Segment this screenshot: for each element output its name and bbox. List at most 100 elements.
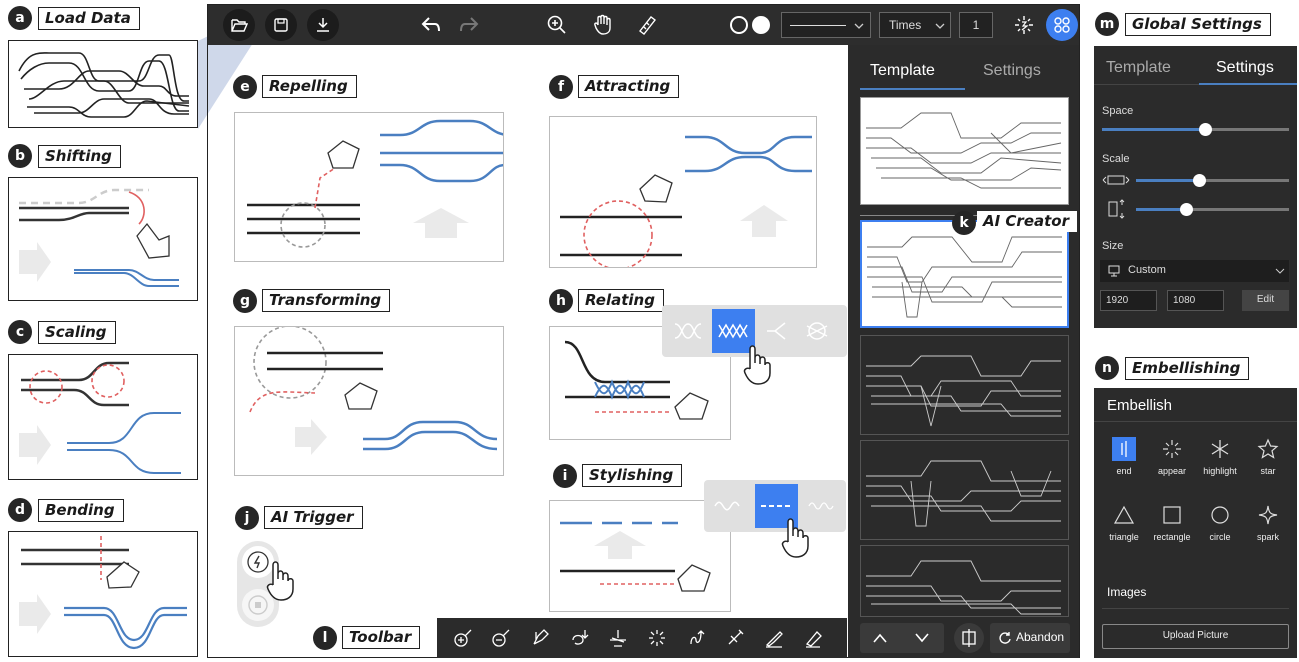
refresh-icon — [999, 632, 1011, 644]
space-label: Space — [1102, 105, 1134, 117]
tab-settings[interactable]: Settings — [983, 62, 1041, 80]
tab-settings[interactable]: Settings — [1216, 59, 1274, 77]
hand-pan-icon[interactable] — [592, 13, 614, 37]
horizontal-scale-icon — [1102, 175, 1130, 185]
add-line-tool[interactable] — [447, 622, 479, 654]
space-slider[interactable] — [1102, 123, 1289, 136]
star-label: star — [1260, 466, 1276, 476]
width-input[interactable]: 1920 — [1100, 290, 1157, 311]
template-thumb-1[interactable] — [860, 97, 1069, 205]
relation-type-picker — [662, 305, 847, 385]
template-thumb-5[interactable] — [860, 545, 1069, 617]
download-button[interactable] — [307, 9, 339, 41]
edit-button[interactable]: Edit — [1242, 290, 1289, 311]
global-settings-panel: Template Settings Space Scale Size Custo… — [1094, 46, 1297, 328]
scaling-label: c Scaling — [8, 320, 116, 344]
template-thumb-4[interactable] — [860, 440, 1069, 540]
height-input[interactable]: 1080 — [1167, 290, 1224, 311]
twist-relation-icon[interactable] — [674, 321, 702, 341]
zoom-in-icon[interactable] — [546, 14, 568, 36]
line-style-preview — [790, 25, 846, 26]
cut-tool[interactable] — [719, 622, 751, 654]
compare-button[interactable] — [954, 623, 984, 653]
remove-line-tool[interactable] — [485, 622, 517, 654]
edit-label: Edit — [1256, 294, 1275, 305]
embellish-title: Embellish — [1107, 397, 1173, 414]
rotate-tool[interactable] — [563, 622, 595, 654]
upload-picture-button[interactable]: Upload Picture — [1102, 624, 1289, 649]
label-i: i — [553, 464, 577, 488]
monitor-icon — [1108, 265, 1120, 277]
spark-icon — [649, 630, 665, 646]
embellishing-label: n Embellishing — [1095, 356, 1250, 380]
chevron-up-icon[interactable] — [872, 632, 888, 644]
zigzag-line-icon[interactable] — [808, 500, 838, 512]
font-select[interactable]: Times — [879, 12, 951, 38]
embellish-panel: Embellish end appear highlight star tria… — [1094, 388, 1297, 658]
template-panel: Template Settings Abandon — [848, 45, 1079, 658]
split-tool[interactable] — [602, 622, 634, 654]
horizontal-scale-thumb[interactable] — [1192, 174, 1206, 187]
save-button[interactable] — [265, 9, 297, 41]
chevron-down-icon[interactable] — [914, 632, 930, 644]
eraser-tool[interactable] — [797, 622, 829, 654]
brush-tool[interactable] — [758, 622, 790, 654]
images-label: Images — [1107, 585, 1147, 599]
chevron-down-icon — [1275, 268, 1285, 274]
upload-picture-label: Upload Picture — [1162, 630, 1229, 641]
appear-icon — [1163, 440, 1181, 458]
knot-relation-icon[interactable] — [804, 318, 830, 344]
ruler-icon[interactable] — [636, 14, 658, 36]
vertical-scale-fill — [1136, 208, 1187, 211]
bending-title: Bending — [38, 498, 124, 522]
label-n: n — [1095, 356, 1119, 380]
size-select[interactable]: Custom — [1100, 260, 1289, 282]
line-width-input[interactable]: 1 — [959, 12, 993, 38]
transforming-illustration — [234, 325, 504, 476]
template-thumb-3[interactable] — [860, 335, 1069, 435]
undo-icon[interactable] — [420, 15, 442, 35]
pen-icon — [533, 629, 549, 645]
horizontal-scale-slider[interactable] — [1136, 174, 1289, 187]
merge-relation-icon[interactable] — [765, 319, 789, 343]
wavy-line-icon[interactable] — [714, 500, 744, 512]
add-line-icon — [454, 629, 472, 647]
circle-label: circle — [1209, 532, 1231, 542]
tab-template[interactable]: Template — [870, 62, 935, 80]
swap-icon — [690, 630, 705, 645]
outline-color-toggle[interactable] — [730, 16, 748, 34]
chevron-down-icon — [854, 23, 864, 29]
vertical-scale-slider[interactable] — [1136, 203, 1289, 216]
label-d: d — [8, 498, 32, 522]
horizontal-scale-fill — [1136, 179, 1199, 182]
shifting-illustration — [8, 177, 198, 301]
fill-color-toggle[interactable] — [752, 16, 770, 34]
space-slider-thumb[interactable] — [1198, 123, 1212, 136]
ai-trigger-widget — [237, 541, 294, 627]
width-value: 1920 — [1106, 295, 1129, 306]
embellish-star[interactable]: star — [1239, 437, 1297, 476]
abandon-button[interactable]: Abandon — [990, 623, 1070, 653]
pen-tool[interactable] — [524, 622, 556, 654]
spark-tool[interactable] — [641, 622, 673, 654]
ai-trigger-icon[interactable] — [1012, 13, 1036, 37]
shifting-label: b Shifting — [8, 144, 121, 168]
cut-icon — [728, 629, 744, 645]
vertical-scale-thumb[interactable] — [1180, 203, 1194, 216]
template-thumb-2[interactable] — [860, 220, 1069, 328]
abandon-label: Abandon — [1016, 630, 1065, 644]
open-file-button[interactable] — [223, 9, 255, 41]
load-data-label: a Load Data — [8, 6, 140, 30]
save-icon — [274, 18, 288, 32]
tab-template[interactable]: Template — [1106, 59, 1171, 77]
line-style-select[interactable] — [781, 12, 871, 38]
end-icon — [1112, 437, 1136, 461]
swap-tool[interactable] — [680, 622, 712, 654]
appear-label: appear — [1157, 466, 1187, 476]
ai-creator-button[interactable] — [1046, 9, 1078, 41]
label-c: c — [8, 320, 32, 344]
rectangle-icon — [1163, 506, 1181, 524]
bending-label: d Bending — [8, 498, 124, 522]
redo-icon[interactable] — [458, 15, 480, 35]
embellish-spark[interactable]: spark — [1239, 503, 1297, 542]
